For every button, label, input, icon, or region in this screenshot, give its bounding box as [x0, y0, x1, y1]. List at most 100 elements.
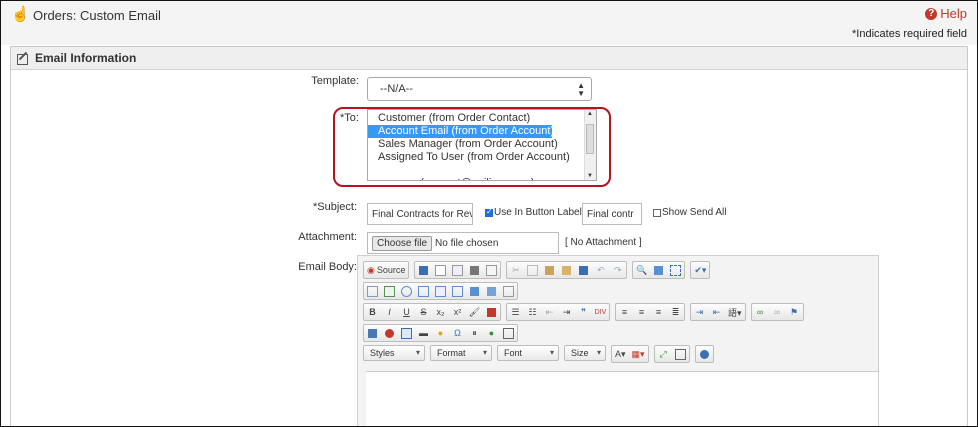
- toolbar-group-align: ≡ ≡ ≡ ≣: [615, 303, 685, 321]
- textarea-icon[interactable]: [432, 283, 449, 299]
- indent-icon[interactable]: ⇥: [558, 304, 575, 320]
- source-button[interactable]: ◉ Source: [364, 262, 408, 278]
- redo-icon[interactable]: ↷: [609, 262, 626, 278]
- radio-icon[interactable]: [398, 283, 415, 299]
- toolbar-group-colors: A▾ ▦▾: [611, 345, 649, 363]
- email-body-editable-area[interactable]: [366, 371, 878, 426]
- template-label: Template:: [311, 75, 359, 87]
- panel-header: Email Information: [11, 47, 967, 70]
- paste-word-icon[interactable]: [575, 262, 592, 278]
- outdent-icon[interactable]: ⇤: [541, 304, 558, 320]
- italic-icon[interactable]: I: [381, 304, 398, 320]
- button-field-icon[interactable]: [466, 283, 483, 299]
- subject-input[interactable]: Final Contracts for Revi: [367, 203, 473, 225]
- flash-icon[interactable]: [381, 325, 398, 341]
- toolbar-row-5: Styles Format Font Size A▾ ▦▾ ⤢: [363, 345, 714, 363]
- find-icon[interactable]: 🔍: [633, 262, 650, 278]
- anchor-icon[interactable]: ⚑: [786, 304, 803, 320]
- numbered-list-icon[interactable]: ☰: [507, 304, 524, 320]
- template-select[interactable]: --N/A-- ▲ ▼: [367, 77, 592, 101]
- subscript-icon[interactable]: x₂: [432, 304, 449, 320]
- hidden-field-icon[interactable]: [500, 283, 517, 299]
- help-label: Help: [940, 6, 967, 21]
- choose-file-button[interactable]: Choose file: [372, 235, 433, 251]
- use-in-button-label-checkbox[interactable]: [485, 207, 493, 217]
- thumbs-up-icon: ☝: [11, 6, 30, 23]
- size-combo[interactable]: Size: [564, 345, 606, 361]
- align-right-icon[interactable]: ≡: [650, 304, 667, 320]
- paste-text-icon[interactable]: [558, 262, 575, 278]
- templates-icon[interactable]: [483, 262, 500, 278]
- text-color-dropdown[interactable]: A▾: [612, 346, 629, 362]
- smiley-icon[interactable]: ●: [432, 325, 449, 341]
- table-icon[interactable]: [398, 325, 415, 341]
- help-icon: ?: [925, 7, 938, 20]
- help-link[interactable]: ? Help: [925, 6, 967, 21]
- link-icon[interactable]: ∞: [752, 304, 769, 320]
- maximize-icon[interactable]: ⤢: [655, 346, 672, 362]
- bold-icon[interactable]: B: [364, 304, 381, 320]
- spellcheck-dropdown[interactable]: ✔▾: [691, 262, 709, 278]
- styles-combo[interactable]: Styles: [363, 345, 425, 361]
- show-send-all-checkbox[interactable]: [653, 209, 661, 217]
- new-page-icon[interactable]: [432, 262, 449, 278]
- special-char-icon[interactable]: Ω: [449, 325, 466, 341]
- image-icon[interactable]: [364, 325, 381, 341]
- save-icon[interactable]: [415, 262, 432, 278]
- image-button-icon[interactable]: [483, 283, 500, 299]
- required-field-note: *Indicates required field: [852, 28, 967, 40]
- undo-icon[interactable]: ↶: [592, 262, 609, 278]
- toolbar-row-1: ◉ Source ✂ ↶ ↷ 🔍 ✔▾: [363, 261, 711, 279]
- insert-image-icon[interactable]: [500, 325, 517, 341]
- select-field-icon[interactable]: [449, 283, 466, 299]
- select-all-icon[interactable]: [667, 262, 684, 278]
- toolbar-group-basicstyles: B I U S x₂ x² 🖌: [363, 303, 501, 321]
- remove-format-icon[interactable]: 🖌: [466, 304, 483, 320]
- align-center-icon[interactable]: ≡: [633, 304, 650, 320]
- blockquote-icon[interactable]: ❞: [575, 304, 592, 320]
- to-field-highlight: [333, 107, 611, 187]
- about-icon[interactable]: [696, 346, 713, 362]
- select-arrows-icon: ▲ ▼: [577, 81, 585, 98]
- print-icon[interactable]: [466, 262, 483, 278]
- language-dropdown[interactable]: 語▾: [725, 304, 745, 320]
- align-left-icon[interactable]: ≡: [616, 304, 633, 320]
- toolbar-group-bidi: ⇥ ⇤ 語▾: [690, 303, 746, 321]
- div-container-icon[interactable]: DIV: [592, 304, 609, 320]
- paste-icon[interactable]: [541, 262, 558, 278]
- copy-format-icon[interactable]: [483, 304, 500, 320]
- title-bar: ☝ Orders: Custom Email ? Help *Indicates…: [1, 1, 977, 45]
- justify-icon[interactable]: ≣: [667, 304, 684, 320]
- iframe-icon[interactable]: ●: [483, 325, 500, 341]
- attachment-label: Attachment:: [298, 231, 357, 243]
- form-icon[interactable]: [364, 283, 381, 299]
- bulleted-list-icon[interactable]: ☷: [524, 304, 541, 320]
- preview-icon[interactable]: [449, 262, 466, 278]
- cut-icon[interactable]: ✂: [507, 262, 524, 278]
- ltr-icon[interactable]: ⇥: [691, 304, 708, 320]
- underline-icon[interactable]: U: [398, 304, 415, 320]
- font-combo[interactable]: Font: [497, 345, 559, 361]
- copy-icon[interactable]: [524, 262, 541, 278]
- rtl-icon[interactable]: ⇤: [708, 304, 725, 320]
- toolbar-group-clipboard: ✂ ↶ ↷: [506, 261, 628, 279]
- button-label-input[interactable]: Final contr: [582, 203, 642, 225]
- unlink-icon[interactable]: ∞: [769, 304, 786, 320]
- attachment-file-input[interactable]: Choose file No file chosen: [367, 232, 559, 254]
- toolbar-group-forms: [363, 282, 518, 300]
- strikethrough-icon[interactable]: S: [415, 304, 432, 320]
- text-field-icon[interactable]: [415, 283, 432, 299]
- replace-icon[interactable]: [650, 262, 667, 278]
- format-combo[interactable]: Format: [430, 345, 492, 361]
- email-information-panel: Email Information Template: --N/A-- ▲ ▼ *…: [10, 46, 968, 426]
- horizontal-rule-icon[interactable]: ▬: [415, 325, 432, 341]
- no-file-chosen-text: No file chosen: [435, 237, 499, 249]
- superscript-icon[interactable]: x²: [449, 304, 466, 320]
- page-title: ☝ Orders: Custom Email: [11, 7, 161, 23]
- show-blocks-icon[interactable]: [672, 346, 689, 362]
- page-break-icon[interactable]: ⏸: [466, 325, 483, 341]
- edit-icon: [17, 52, 29, 65]
- checkbox-icon[interactable]: [381, 283, 398, 299]
- bg-color-dropdown[interactable]: ▦▾: [629, 346, 648, 362]
- toolbar-group-document: [414, 261, 502, 279]
